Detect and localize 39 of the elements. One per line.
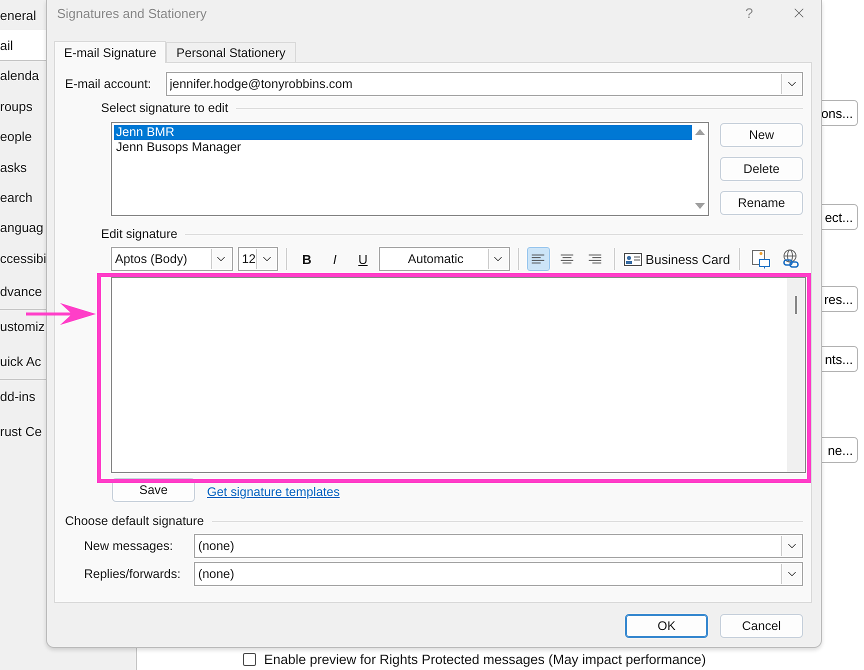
globe-link-icon	[780, 249, 801, 269]
italic-button[interactable]: I	[323, 247, 346, 271]
checkbox[interactable]	[243, 653, 256, 666]
picture-monitor-icon	[750, 249, 771, 269]
signature-button[interactable]: Delete	[720, 157, 803, 181]
business-card-button[interactable]: Business Card	[623, 247, 732, 271]
scrollbar-thumb[interactable]	[795, 296, 797, 314]
tab[interactable]: E-mail Signature	[54, 41, 166, 63]
align-right-icon	[586, 253, 603, 265]
section-label: Choose default signature	[65, 514, 204, 528]
tab[interactable]: Personal Stationery	[166, 42, 296, 62]
color-dropdown[interactable]: Automatic	[379, 247, 510, 271]
window-title: Signatures and Stationery	[57, 6, 208, 20]
field-label: Replies/forwards:	[84, 567, 182, 581]
underline-button[interactable]: U	[351, 247, 374, 271]
signature-button[interactable]: New	[720, 123, 803, 147]
dialog-button[interactable]: Cancel	[720, 614, 803, 638]
scroll-down-icon[interactable]	[695, 203, 705, 209]
list-item[interactable]: Jenn Busops Manager	[114, 140, 692, 155]
font-dropdown[interactable]: Aptos (Body)	[111, 247, 233, 271]
signature-button[interactable]: Rename	[720, 191, 803, 215]
section-label: Select signature to edit	[101, 101, 228, 115]
scroll-up-icon[interactable]	[695, 129, 705, 135]
size-dropdown[interactable]: 12	[238, 247, 278, 271]
templates-link[interactable]: Get signature templates	[207, 485, 340, 499]
section-label: Edit signature	[101, 227, 178, 241]
align-button[interactable]	[526, 247, 550, 271]
bold-button[interactable]: B	[295, 247, 318, 271]
list-item[interactable]: Jenn BMR	[114, 125, 692, 140]
field-label: New messages:	[84, 539, 174, 553]
contact-card-icon	[624, 252, 642, 266]
dialog-button[interactable]: OK	[625, 614, 708, 638]
account-dropdown[interactable]: jennifer.hodge@tonyrobbins.com	[166, 72, 803, 96]
align-center-icon	[558, 253, 575, 265]
option-label: Enable preview for Rights Protected messages (May impact performance)	[264, 652, 706, 667]
align-left-icon	[530, 253, 546, 265]
field-label: E-mail account:	[64, 77, 152, 91]
signature-dropdown[interactable]: (none)	[194, 562, 803, 586]
signature-dropdown[interactable]: (none)	[194, 534, 803, 558]
